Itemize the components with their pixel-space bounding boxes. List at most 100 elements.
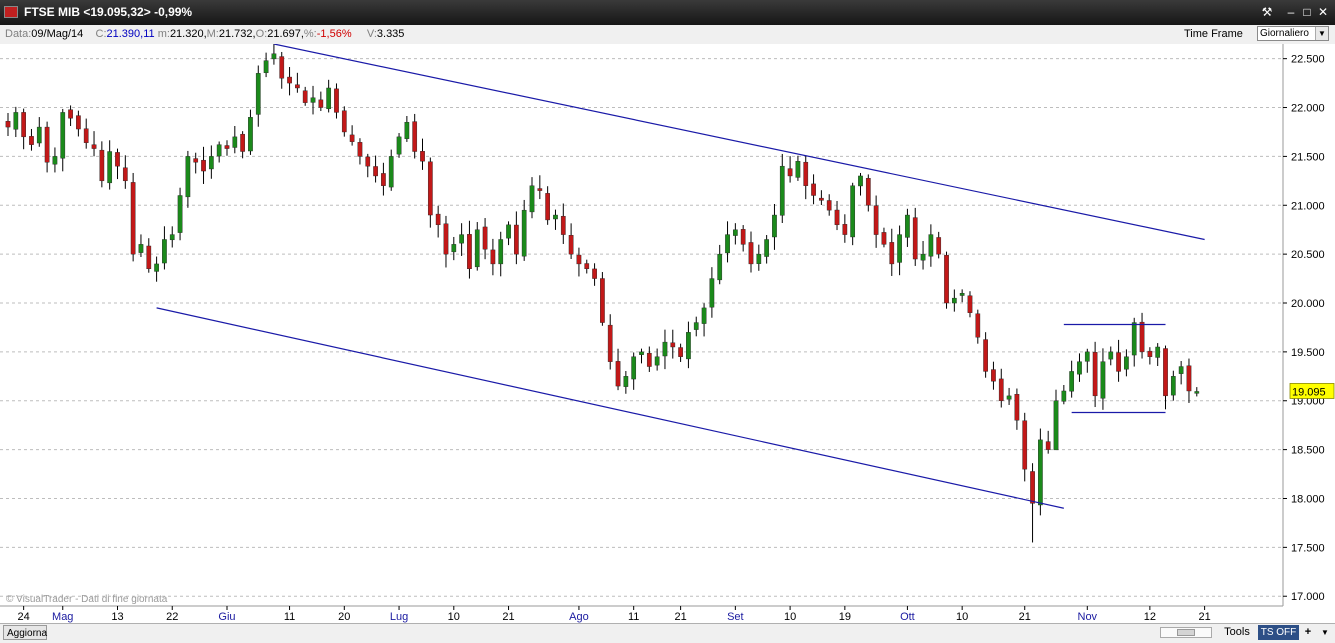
candle-body [271,53,277,60]
refresh-button[interactable]: Aggiorna [3,625,47,640]
low-value: 21.320, [169,28,207,40]
candle-body [795,161,801,178]
chevron-down-icon[interactable]: ▼ [1315,27,1328,40]
candle-body [373,166,378,177]
candle-body [1186,365,1192,392]
x-tick-label: 21 [502,611,514,623]
window-title: FTSE MIB <19.095,32> -0,99% [24,5,193,19]
open-value: 21.697, [267,28,304,40]
candle-body [748,242,754,265]
close-button[interactable]: ✕ [1316,5,1330,19]
candle-body [83,128,89,143]
pct-value: -1,56% [316,28,352,40]
x-tick-label: 24 [18,611,30,623]
candle-body [607,324,613,362]
candle-body [1069,371,1075,392]
candle-body [193,158,199,163]
candle-body [740,229,746,245]
timeframe-select[interactable]: Giornaliero ▼ [1257,26,1329,41]
x-tick-label: 10 [956,611,968,623]
last-price-tag: 19.095 [1289,383,1335,399]
candle-body [146,245,152,270]
quote-info-bar: Data:09/Mag/14 C:21.390,11 m:21.320,M:21… [0,25,1335,45]
time-scrollbar[interactable] [1160,627,1212,638]
bottom-toolbar: Aggiorna Tools TS OFF + ▼ [0,623,1335,643]
candlestick-chart[interactable]: 22.500 22.000 21.500 21.000 20.500 20.000 19.5… [0,44,1335,623]
candle-body [959,293,965,296]
add-button[interactable]: + [1301,625,1315,640]
x-tick-label: Ott [900,611,915,623]
scroll-thumb[interactable] [1177,629,1195,636]
candle-body [185,156,191,198]
candle-body [318,99,324,108]
candle-body [537,188,543,191]
high-value: 21.732, [218,28,256,40]
candle-body [1178,366,1184,374]
candle-body [545,193,550,221]
tools-icon[interactable]: ⚒ [1260,5,1274,19]
candle-body [873,205,879,235]
candle-body [881,232,887,245]
candle-body [951,297,957,304]
x-tick-label: 19 [839,611,851,623]
more-icon[interactable]: ▼ [1318,625,1332,640]
y-tick-label: 17.000 [1291,591,1325,603]
candle-body [68,109,73,119]
candle-body [381,173,386,186]
candle-body [639,351,644,355]
open-label: O: [255,28,268,40]
x-tick-label: 11 [628,611,639,623]
x-tick-label: Mag [52,611,73,623]
x-tick-label: 12 [1144,611,1156,623]
candle-body [498,239,504,265]
candle-body [858,175,863,187]
candle-body [905,214,910,238]
candle-body [834,209,840,226]
ts-off-button[interactable]: TS OFF [1258,625,1299,640]
candle-body [1053,400,1059,451]
candle-body [686,332,691,360]
candle-body [76,115,81,130]
candle-body [263,60,269,74]
candle-body [576,254,582,265]
candle-body [826,200,832,211]
candle-body [592,268,597,279]
candle-body [928,234,934,257]
candle-body [920,253,926,261]
y-tick-label: 20.500 [1291,249,1325,261]
x-tick-label: Set [727,611,744,623]
candle-body [490,249,496,265]
candle-body [998,378,1004,401]
candle-body [60,112,66,159]
date-value: 09/Mag/14 [31,28,84,40]
candle-body [553,214,558,220]
candle-body [412,121,418,152]
candle-body [474,229,480,268]
candle-body [756,253,762,264]
candle-body [983,339,988,372]
candle-body [130,182,136,255]
candle-body [388,156,394,188]
maximize-button[interactable]: □ [1300,5,1314,19]
minimize-button[interactable]: – [1284,5,1298,19]
candle-body [1022,420,1028,470]
candle-body [240,133,245,152]
candle-body [819,197,824,201]
x-tick-label: 13 [111,611,123,623]
candle-body [310,97,316,103]
candle-body [248,117,253,152]
candle-body [584,263,590,270]
candle-body [631,356,637,380]
candle-body [1006,395,1012,400]
candle-body [733,229,738,236]
candle-body [678,347,683,357]
candle-body [1100,361,1106,399]
candle-body [13,112,19,130]
candle-body [349,134,355,142]
candle-body [138,244,144,253]
tools-button[interactable]: Tools [1217,625,1257,640]
candle-body [162,239,167,264]
candle-body [865,178,871,206]
candle-body [506,224,511,239]
candle-body [216,144,222,157]
